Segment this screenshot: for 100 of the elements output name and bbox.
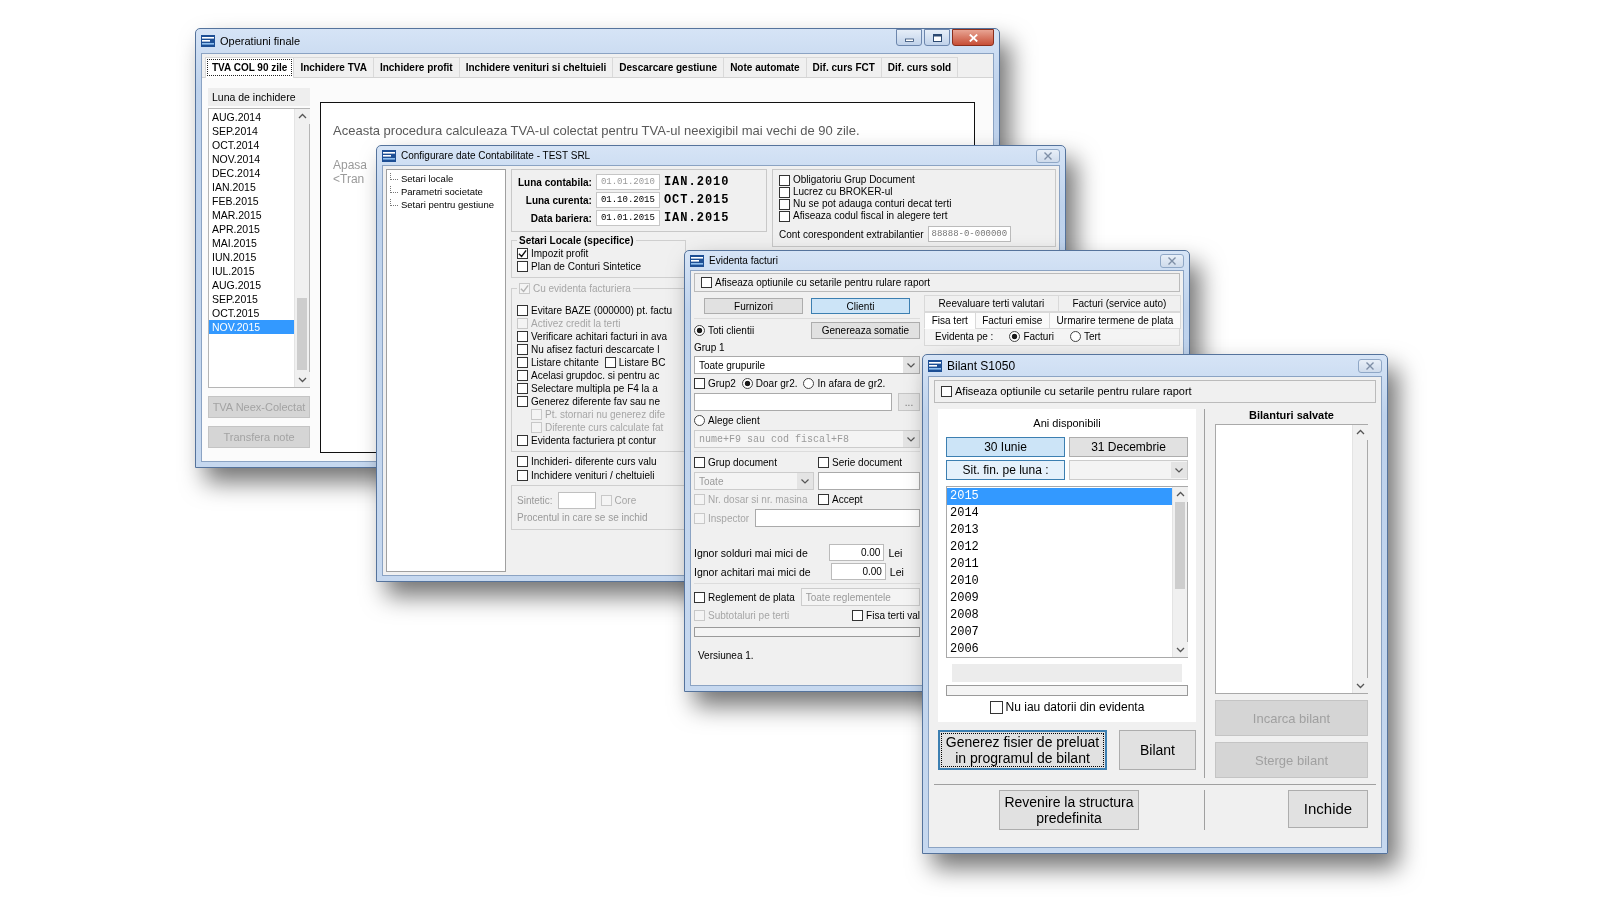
checkbox[interactable] [989,701,1003,714]
list-item[interactable]: SEP.2014 [209,124,294,138]
chevron-up-icon[interactable] [1173,487,1188,502]
list-item[interactable]: SEP.2015 [209,292,294,306]
checkbox[interactable] [701,277,712,288]
amount-field[interactable]: 0.00 [830,563,886,580]
radio-button[interactable] [803,378,815,389]
chevron-down-icon[interactable] [295,372,310,387]
tab[interactable]: TVA COL 90 zile [205,57,295,78]
tab[interactable]: Facturi emise [974,312,1050,329]
tab[interactable]: Fisa tert [924,312,976,329]
list-item[interactable]: 2014 [947,505,1172,522]
text-field[interactable] [557,492,596,509]
checkbox[interactable] [517,470,528,481]
list-item[interactable]: DEC.2014 [209,166,294,180]
list-item[interactable]: 2011 [947,556,1172,573]
tab[interactable]: Reevaluare terti valutari [924,295,1059,312]
list-item[interactable]: 2008 [947,607,1172,624]
checkbox[interactable] [941,386,952,397]
checkbox[interactable] [779,174,790,186]
list-item[interactable]: 2006 [947,641,1172,658]
chevron-up-icon[interactable] [295,109,310,124]
checkbox[interactable] [517,456,528,467]
checkbox[interactable] [517,261,528,272]
close-button[interactable]: Inchide [1288,790,1368,828]
checkbox-label: Fisa terti val [866,609,920,622]
list-item[interactable]: IUN.2015 [209,250,294,264]
toggle-button[interactable]: 30 Iunie [946,437,1065,457]
text-field[interactable] [818,472,920,490]
checkbox[interactable] [694,457,705,468]
scrollbar-thumb[interactable] [297,298,307,370]
list-item[interactable]: 2009 [947,590,1172,607]
checkbox[interactable] [517,248,528,259]
list-item[interactable]: 2007 [947,624,1172,641]
checkbox[interactable] [694,591,705,603]
text-field[interactable] [755,509,920,527]
checkbox[interactable] [517,305,528,316]
list-item[interactable]: 2012 [947,539,1172,556]
checkbox[interactable] [852,610,864,621]
list-item[interactable]: AUG.2014 [209,110,294,124]
toggle-button[interactable]: Furnizori [704,298,803,314]
radio-button[interactable] [694,325,705,336]
checkbox[interactable] [818,494,829,505]
checkbox[interactable] [517,357,528,368]
checkbox[interactable] [517,383,528,394]
reminder-button[interactable]: Genereaza somatie [810,322,920,339]
scrollbar-thumb[interactable] [1175,502,1185,589]
list-item[interactable]: MAI.2015 [209,236,294,250]
checkbox[interactable] [779,210,790,222]
toggle-button[interactable]: Clienti [811,298,910,314]
reset-button[interactable]: Revenire la structura predefinita [999,790,1139,830]
list-item[interactable]: MAR.2015 [209,208,294,222]
close-button[interactable] [952,29,994,46]
list-item[interactable]: OCT.2014 [209,138,294,152]
generate-button[interactable]: Generez fisier de preluat in programul de bilant [938,730,1107,770]
scrollbar[interactable] [294,109,309,387]
date-field[interactable]: 01.10.2015 [595,192,660,208]
minimize-button[interactable] [896,29,922,46]
list-item[interactable]: NOV.2014 [209,152,294,166]
list-item[interactable]: OCT.2015 [209,306,294,320]
date-field[interactable]: 01.01.2015 [595,210,660,226]
tree-item[interactable]: Parametri societate [390,186,483,198]
list-item[interactable]: 2013 [947,522,1172,539]
checkbox[interactable] [604,357,616,368]
radio-button[interactable] [1009,331,1021,342]
checkbox[interactable] [517,344,528,355]
text-field[interactable] [694,393,892,411]
tab[interactable]: Facturi (service auto) [1057,295,1181,312]
chevron-down-icon[interactable] [1173,642,1188,657]
radio-button[interactable] [694,415,705,426]
radio-button[interactable] [741,378,753,389]
amount-field[interactable]: 0.00 [829,544,885,561]
monthly-button[interactable]: Sit. fin. pe luna : [946,460,1065,480]
checkbox[interactable] [779,198,790,210]
toggle-button[interactable]: 31 Decembrie [1069,437,1188,457]
browse-button[interactable]: ... [898,393,920,411]
list-item[interactable]: 2010 [947,573,1172,590]
checkbox[interactable] [517,435,528,446]
list-item[interactable]: IUL.2015 [209,264,294,278]
list-item[interactable]: FEB.2015 [209,194,294,208]
radio-button[interactable] [1069,331,1081,342]
text-field[interactable]: 88888-0-000000 [927,226,1012,242]
list-item[interactable]: APR.2015 [209,222,294,236]
dropdown[interactable]: Toate grupurile [694,356,920,374]
balance-button[interactable]: Bilant [1119,730,1196,770]
tab[interactable]: Dif. curs sold [880,57,959,77]
list-item[interactable]: AUG.2015 [209,278,294,292]
checkbox[interactable] [818,457,829,468]
maximize-button[interactable] [924,29,950,46]
scrollbar[interactable] [1172,487,1187,657]
scrollbar[interactable] [1352,425,1367,693]
tab[interactable]: Urmarire termene de plata [1048,312,1181,329]
checkbox[interactable] [517,370,528,381]
checkbox[interactable] [779,186,790,198]
checkbox[interactable] [694,378,705,389]
checkbox[interactable] [517,331,528,342]
checkbox[interactable] [517,396,528,407]
list-item[interactable]: IAN.2015 [209,180,294,194]
tree-item[interactable]: Setari pentru gestiune [390,199,494,211]
tree-item[interactable]: Setari locale [390,173,454,185]
